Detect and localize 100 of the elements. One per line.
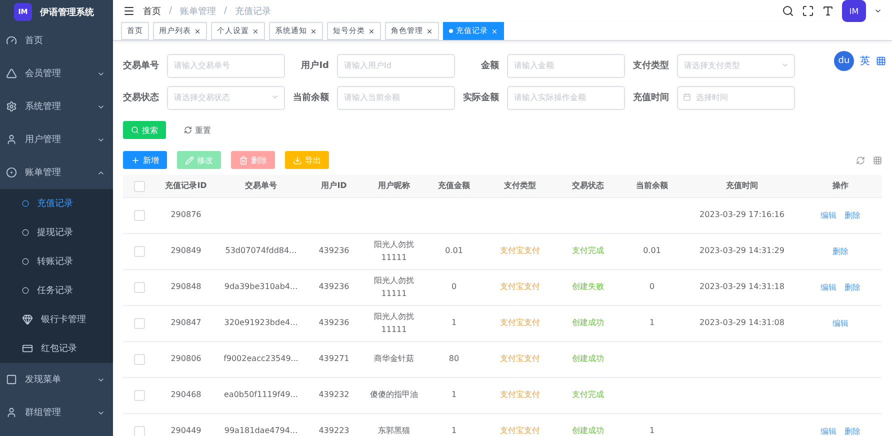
table-cell-text: 支付宝支付 [499,425,541,436]
sidebar-subitem[interactable]: 银行卡管理 [0,305,113,334]
menu-icon[interactable] [123,5,135,17]
checkbox[interactable] [134,426,144,436]
sidebar-item[interactable]: 账单管理 [0,156,113,189]
sidebar-item[interactable]: 系统管理 [0,90,113,123]
search-icon[interactable] [782,5,794,17]
checkbox[interactable] [134,180,144,192]
table-cell-text: 东郭黑猫 [377,425,411,436]
input-field[interactable]: 请输入当前余额 [337,86,455,110]
table-cell-text: 阳光人勿扰11111 [373,238,415,264]
checkbox[interactable] [134,282,144,293]
circle-icon [22,258,29,265]
close-icon[interactable] [194,28,201,34]
sidebar-subitem[interactable]: 转账记录 [0,247,113,276]
gem-icon [22,314,33,325]
sidebar-item[interactable]: 发现菜单 [0,363,113,396]
close-icon[interactable] [426,28,433,34]
pencil-icon [185,156,194,164]
app-title: 伊语管理系统 [40,6,94,18]
table-cell-text: 0.01 [642,245,662,258]
table-cell-text: 创建成功 [571,425,605,436]
breadcrumb-item[interactable]: 首页 [143,4,161,18]
field-label: 实际金额 [463,91,499,104]
select-field[interactable]: 请选择支付类型 [677,54,795,78]
target-icon [6,167,17,178]
column-header: 操作 [831,180,850,192]
sidebar-item[interactable]: 用户管理 [0,123,113,156]
caret-icon[interactable] [874,7,882,15]
table-cell-text: 阳光人勿扰11111 [373,274,415,300]
download-icon [293,156,302,164]
input-field[interactable]: 请输入实际操作金额 [507,86,625,110]
table-cell-text: 支付宝支付 [499,281,541,294]
settings-icon [6,101,17,112]
sidebar-subitem[interactable]: 充值记录 [0,189,113,218]
table-cell-text: 创建成功 [571,353,605,366]
close-icon[interactable] [252,28,259,34]
table-cell-text: 阳光人勿扰11111 [373,310,415,336]
field-label: 金额 [480,59,499,72]
sidebar-subitem[interactable]: 任务记录 [0,276,113,305]
table-cell-text: 创建失败 [571,281,605,294]
input-field[interactable]: 请输入金额 [507,54,625,78]
table-cell-text: 0.01 [444,245,464,258]
grid-icon[interactable] [876,56,886,66]
column-header: 充值金额 [437,180,471,192]
action-button[interactable]: 新增 [123,151,167,169]
gauge-icon [6,35,17,46]
table-cell-text: 支付宝支付 [499,353,541,366]
sidebar-item[interactable]: 首页 [0,24,113,57]
checkbox[interactable] [134,318,144,329]
table-cell-text: 创建成功 [571,317,605,330]
table-cell-text: 傻傻的指甲油 [369,389,419,402]
search-icon [131,126,139,134]
fullscreen-icon[interactable] [802,5,814,17]
refresh-icon[interactable] [856,156,865,164]
input-mode-label[interactable]: 英 [860,54,870,68]
table-cell-text: 53d07074fdd84... [224,245,298,258]
sidebar-subitem[interactable]: 提现记录 [0,218,113,247]
date-field[interactable]: 选择时间 [677,86,795,110]
table-cell-text: 439236 [318,317,350,330]
input-field[interactable]: 请输入用户Id [337,54,455,78]
calendar-icon [683,93,691,101]
checkbox[interactable] [134,210,144,221]
column-header: 用户昵称 [377,180,411,192]
column-header: 充值时间 [725,180,759,192]
checkbox[interactable] [134,246,144,257]
table-cell-text: 0 [648,281,656,294]
chevron-down-icon [271,93,279,101]
close-icon[interactable] [310,28,317,34]
field-label: 充值时间 [633,91,669,104]
table-cell-text: ea0b50f1119f49... [223,389,299,402]
ime-logo[interactable]: du [834,51,854,71]
breadcrumb-item: 充值记录 [235,6,272,18]
table-cell-text: 290468 [170,389,202,402]
column-header: 当前余额 [635,180,669,192]
checkbox[interactable] [134,354,144,365]
sidebar-item[interactable]: 群组管理 [0,396,113,429]
chevron-down-icon [781,61,789,69]
table-cell-text: 439236 [318,281,350,294]
table-cell-text: 支付宝支付 [499,317,541,330]
close-icon[interactable] [368,28,375,34]
table-cell-text: 290806 [170,353,202,366]
sidebar-item[interactable]: 会员管理 [0,57,113,90]
font-size-icon[interactable] [822,5,834,17]
input-field[interactable]: 请输入交易单号 [167,54,285,78]
refresh-icon [184,126,192,134]
avatar[interactable]: IM [842,0,866,22]
table-cell-text: 2023-03-29 14:31:08 [698,317,786,330]
select-field[interactable]: 请选择交易状态 [167,86,285,110]
table-cell-text: 9da39be310ab4... [223,281,299,294]
columns-icon[interactable] [873,156,882,164]
table-cell-text: 290847 [170,317,202,330]
checkbox[interactable] [134,390,144,401]
sidebar-subitem[interactable]: 红包记录 [0,334,113,363]
table-cell-text: 439223 [318,425,350,436]
table-cell-text: 2023-03-29 17:16:16 [698,209,786,222]
table-cell-text: 439271 [318,353,350,366]
table-cell-text: 290449 [170,425,202,436]
table-cell-text: 支付完成 [571,245,605,258]
table-cell-text: 290849 [170,245,202,258]
